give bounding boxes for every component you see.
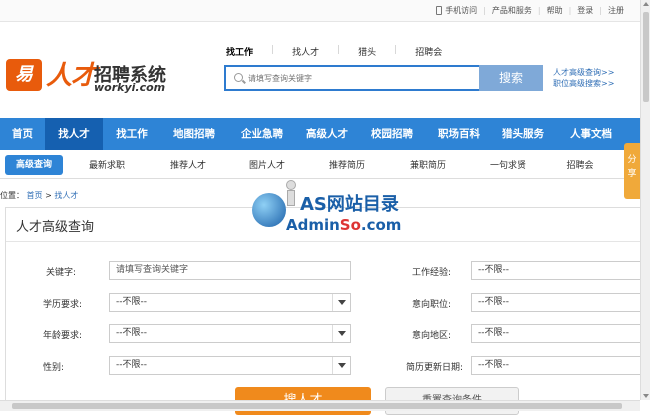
nav-headhunting[interactable]: 猎头服务 xyxy=(491,118,555,150)
nav-hr-docs[interactable]: 人事文档 xyxy=(555,118,627,150)
search-tab-talent[interactable]: 找人才 xyxy=(292,45,319,60)
chevron-down-icon xyxy=(332,325,350,342)
top-links: 手机访问 | 产品和服务 | 帮助 | 登录 | 注册 xyxy=(436,5,624,16)
education-label: 学历要求: xyxy=(42,300,82,310)
watermark-line1: AS网站目录 xyxy=(300,194,399,215)
updated-label: 简历更新日期: xyxy=(405,363,463,373)
search-icon xyxy=(234,73,243,82)
scroll-down-icon[interactable] xyxy=(643,394,649,398)
keyword-field[interactable]: 请填写查询关键字 xyxy=(109,261,351,280)
position-label: 意向职位: xyxy=(411,300,451,310)
logo-url: workyi.com xyxy=(94,81,166,94)
education-value: --不限-- xyxy=(116,297,147,307)
nav-career-wiki[interactable]: 职场百科 xyxy=(427,118,491,150)
breadcrumb-home[interactable]: 首页 xyxy=(27,191,43,200)
subnav-parttime-resumes[interactable]: 兼职简历 xyxy=(385,158,471,171)
nav-find-job[interactable]: 找工作 xyxy=(103,118,161,150)
subnav-latest-resumes[interactable]: 最新求职 xyxy=(63,158,151,171)
panel-divider xyxy=(6,241,641,242)
search-tab-jobs[interactable]: 找工作 xyxy=(226,45,253,60)
nav-home[interactable]: 首页 xyxy=(0,118,45,150)
experience-select[interactable]: --不限-- xyxy=(471,261,641,280)
breadcrumb-current[interactable]: 找人才 xyxy=(54,191,78,200)
nav-campus[interactable]: 校园招聘 xyxy=(357,118,427,150)
search-tabs: 找工作 | 找人才 | 猎头 | 招聘会 xyxy=(226,45,443,60)
chevron-down-icon xyxy=(332,294,350,311)
main-nav: 首页 找人才 找工作 地图招聘 企业急聘 高级人才 校园招聘 职场百科 猎头服务… xyxy=(0,118,640,150)
scroll-up-icon[interactable] xyxy=(643,2,649,6)
top-bar: 手机访问 | 产品和服务 | 帮助 | 登录 | 注册 xyxy=(0,0,640,22)
region-select[interactable]: --不限-- xyxy=(471,324,641,343)
horizontal-scrollbar[interactable] xyxy=(0,400,640,411)
vertical-scroll-thumb[interactable] xyxy=(643,12,649,102)
breadcrumb-separator: > xyxy=(45,191,52,200)
gender-select[interactable]: --不限-- xyxy=(109,356,351,375)
logo-mark: 易 xyxy=(6,59,42,91)
share-button[interactable]: 分享 xyxy=(624,143,640,199)
subnav-recommended-resumes[interactable]: 推荐简历 xyxy=(309,158,385,171)
experience-label: 工作经验: xyxy=(411,268,451,278)
panel-title: 人才高级查询 xyxy=(16,220,95,235)
gender-label: 性别: xyxy=(42,363,64,373)
vertical-scrollbar[interactable] xyxy=(640,0,650,400)
help-link[interactable]: 帮助 xyxy=(547,5,563,16)
updated-select[interactable]: --不限-- xyxy=(471,356,641,375)
subnav-jobfair[interactable]: 招聘会 xyxy=(545,158,615,171)
age-select[interactable]: --不限-- xyxy=(109,324,351,343)
subnav-recommended-talent[interactable]: 推荐人才 xyxy=(151,158,225,171)
gender-value: --不限-- xyxy=(116,360,147,370)
keyword-label: 关键字: xyxy=(45,268,76,278)
watermark-logo: AS网站目录 AdminSo.com xyxy=(252,178,412,238)
register-link[interactable]: 注册 xyxy=(608,5,624,16)
nav-senior-talent[interactable]: 高级人才 xyxy=(297,118,357,150)
position-select[interactable]: --不限-- xyxy=(471,293,641,312)
nav-find-talent[interactable]: 找人才 xyxy=(45,118,103,150)
login-link[interactable]: 登录 xyxy=(577,5,593,16)
age-label: 年龄要求: xyxy=(42,331,82,341)
chevron-down-icon xyxy=(332,357,350,374)
region-label: 意向地区: xyxy=(411,331,451,341)
right-links: 人才高级查询>> 职位高级搜索>> xyxy=(553,67,614,89)
breadcrumb-prefix: 位置： xyxy=(0,191,24,200)
education-select[interactable]: --不限-- xyxy=(109,293,351,312)
talent-advanced-search-link[interactable]: 人才高级查询>> xyxy=(553,67,614,78)
logo-name-a: 人才 xyxy=(46,61,97,91)
products-link[interactable]: 产品和服务 xyxy=(492,5,532,16)
search-tab-jobfair[interactable]: 招聘会 xyxy=(415,45,442,60)
search-tab-headhunter[interactable]: 猎头 xyxy=(358,45,376,60)
job-advanced-search-link[interactable]: 职位高级搜索>> xyxy=(553,78,614,89)
age-value: --不限-- xyxy=(116,328,147,338)
horizontal-scroll-thumb[interactable] xyxy=(12,403,622,409)
subnav-advanced-search[interactable]: 高级查询 xyxy=(5,154,63,175)
nav-urgent-hiring[interactable]: 企业急聘 xyxy=(227,118,297,150)
nav-map-recruit[interactable]: 地图招聘 xyxy=(161,118,227,150)
subnav-photo-talent[interactable]: 图片人才 xyxy=(225,158,309,171)
globe-icon xyxy=(252,193,286,227)
sub-nav: 高级查询 最新求职 推荐人才 图片人才 推荐简历 兼职简历 一句求贤 招聘会 xyxy=(0,151,640,179)
search-box xyxy=(224,65,479,91)
search-input[interactable] xyxy=(248,70,468,86)
mobile-access-link[interactable]: 手机访问 xyxy=(445,5,477,16)
subnav-one-line-hire[interactable]: 一句求贤 xyxy=(471,158,545,171)
person-figure-icon xyxy=(282,180,300,206)
search-button[interactable]: 搜索 xyxy=(479,65,543,91)
site-logo[interactable]: 易 人才 招聘系统 workyi.com xyxy=(6,55,166,97)
breadcrumb: 位置： 首页 > 找人才 xyxy=(0,190,78,201)
mobile-phone-icon xyxy=(436,6,443,15)
watermark-line2: AdminSo.com xyxy=(286,216,402,234)
